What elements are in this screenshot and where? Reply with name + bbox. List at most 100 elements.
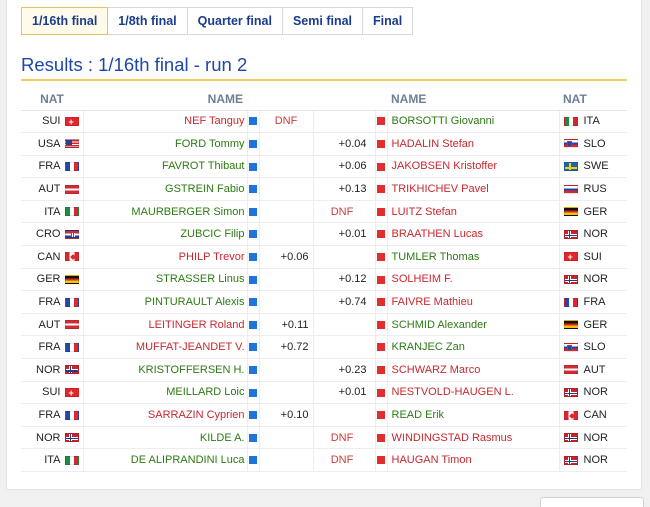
right-athlete-name[interactable]: KRANJEC Zan [387,335,560,360]
left-athlete-name[interactable]: FAVROT Thibaut [83,155,248,179]
right-nat-cell: ITA [559,110,627,134]
blue-course-icon [249,388,257,397]
table-header-row: NAT NAME NAME NAT [21,88,627,111]
right-athlete-name[interactable]: LUITZ Stefan [387,200,560,224]
right-athlete-name[interactable]: JAKOBSEN Kristoffer [387,155,560,179]
right-gap: +0.23 [313,358,376,382]
red-course-icon [377,343,385,352]
blue-course-icon [249,343,257,352]
right-athlete-name[interactable]: TRIKHICHEV Pavel [387,177,560,201]
left-gap [259,358,314,382]
right-athlete-name[interactable]: SCHWARZ Marco [387,358,560,382]
left-nat-cell: SUI [21,110,84,134]
blue-course-icon [249,320,257,329]
tab-1-8th-final[interactable]: 1/8th final [107,7,188,35]
table-row: GER STRASSER Linus +0.12 SOLHEIM F. NOR [21,268,627,292]
left-gap: DNF [259,110,314,134]
table-row: NOR KRISTOFFERSEN H. +0.23 SCHWARZ Marco AUT [21,358,627,382]
left-athlete-name[interactable]: PINTURAULT Alexis [83,290,248,314]
left-gap [259,448,314,472]
right-nat-cell: SLO [559,335,627,360]
left-athlete-name[interactable]: MEILLARD Loic [83,381,248,405]
ita-flag-icon [64,207,79,217]
right-athlete-name[interactable]: SOLHEIM F. [387,268,560,292]
table-row: USA FORD Tommy +0.04 HADALIN Stefan SLO [21,132,627,156]
header-spacer [247,88,259,111]
left-course-cell [247,268,260,292]
left-nat-code: AUT [38,183,61,196]
left-nat-cell: FRA [21,335,84,360]
right-course-cell [375,426,388,450]
results-panel: 1/16th final 1/8th final Quarter final S… [6,0,642,490]
right-athlete-name[interactable]: FAIVRE Mathieu [387,290,560,314]
left-nat-cell: FRA [21,155,84,179]
left-athlete-name[interactable]: PHILP Trevor [83,245,248,269]
right-gap: +0.13 [313,177,376,201]
red-course-icon [377,411,385,420]
right-course-cell [375,448,388,472]
left-athlete-name[interactable]: FORD Tommy [83,132,248,156]
left-nat-code: AUT [38,318,61,331]
red-course-icon [377,207,385,216]
left-athlete-name[interactable]: MUFFAT-JEANDET V. [83,335,248,360]
table-row: SUI MEILLARD Loic +0.01 NESTVOLD-HAUGEN L. N… [21,381,627,405]
can-flag-icon [64,252,79,262]
left-nat-code: FRA [38,160,61,173]
blue-course-icon [249,185,257,194]
fra-flag-icon [64,410,79,420]
right-athlete-name[interactable]: READ Erik [387,403,560,427]
right-nat-cell: NOR [559,448,627,472]
left-athlete-name[interactable]: DE ALIPRANDINI Luca [83,448,248,472]
right-athlete-name[interactable]: TUMLER Thomas [387,245,560,269]
left-nat-cell: NOR [21,358,84,382]
left-nat-code: ITA [44,205,61,218]
red-course-icon [377,365,385,374]
left-athlete-name[interactable]: KILDE A. [83,426,248,450]
nor-flag-icon [563,388,578,398]
right-athlete-name[interactable]: NESTVOLD-HAUGEN L. [387,381,560,405]
right-athlete-name[interactable]: BRAATHEN Lucas [387,222,560,247]
tab-final[interactable]: Final [362,7,414,35]
right-nat-code: SWE [583,160,609,173]
right-course-cell [375,245,388,269]
right-gap [313,110,376,134]
left-athlete-name[interactable]: LEITINGER Roland [83,313,248,337]
right-gap [313,335,376,360]
blue-course-icon [249,162,257,171]
left-athlete-name[interactable]: SARRAZIN Cyprien [83,403,248,427]
aut-flag-icon [64,320,79,330]
right-gap: +0.12 [313,268,376,292]
left-athlete-name[interactable]: GSTREIN Fabio [83,177,248,201]
tab-1-16th-final[interactable]: 1/16th final [21,7,109,35]
right-nat-cell: NOR [559,222,627,247]
right-course-cell [375,358,388,382]
right-nat-code: NOR [583,386,608,399]
left-course-cell [247,290,260,314]
right-nat-code: NOR [583,273,608,286]
ger-flag-icon [563,207,578,217]
tab-semi-final[interactable]: Semi final [281,7,364,35]
left-athlete-name[interactable]: ZUBCIC Filip [83,222,248,247]
nor-flag-icon [563,229,578,239]
fra-flag-icon [64,342,79,352]
right-athlete-name[interactable]: SCHMID Alexander [387,313,560,337]
left-nat-cell: FRA [21,290,84,314]
left-athlete-name[interactable]: STRASSER Linus [83,268,248,292]
right-athlete-name[interactable]: BORSOTTI Giovanni [387,110,560,134]
left-athlete-name[interactable]: KRISTOFFERSEN H. [83,358,248,382]
right-athlete-name[interactable]: WINDINGSTAD Rasmus [387,426,560,450]
right-athlete-name[interactable]: HADALIN Stefan [387,132,560,156]
left-athlete-name[interactable]: MAURBERGER Simon [83,200,248,224]
header-name-left: NAME [83,88,247,111]
tab-quarter-final[interactable]: Quarter final [186,7,283,35]
left-gap: +0.72 [259,335,314,360]
right-course-cell [375,200,388,224]
nor-flag-icon [563,455,578,465]
left-course-cell [247,403,260,427]
left-course-cell [247,426,260,450]
left-athlete-name[interactable]: NEF Tanguy [83,110,248,134]
right-athlete-name[interactable]: HAUGAN Timon [387,448,560,472]
left-gap: +0.06 [259,245,314,269]
right-nat-code: SLO [583,341,606,354]
blue-course-icon [249,456,257,465]
